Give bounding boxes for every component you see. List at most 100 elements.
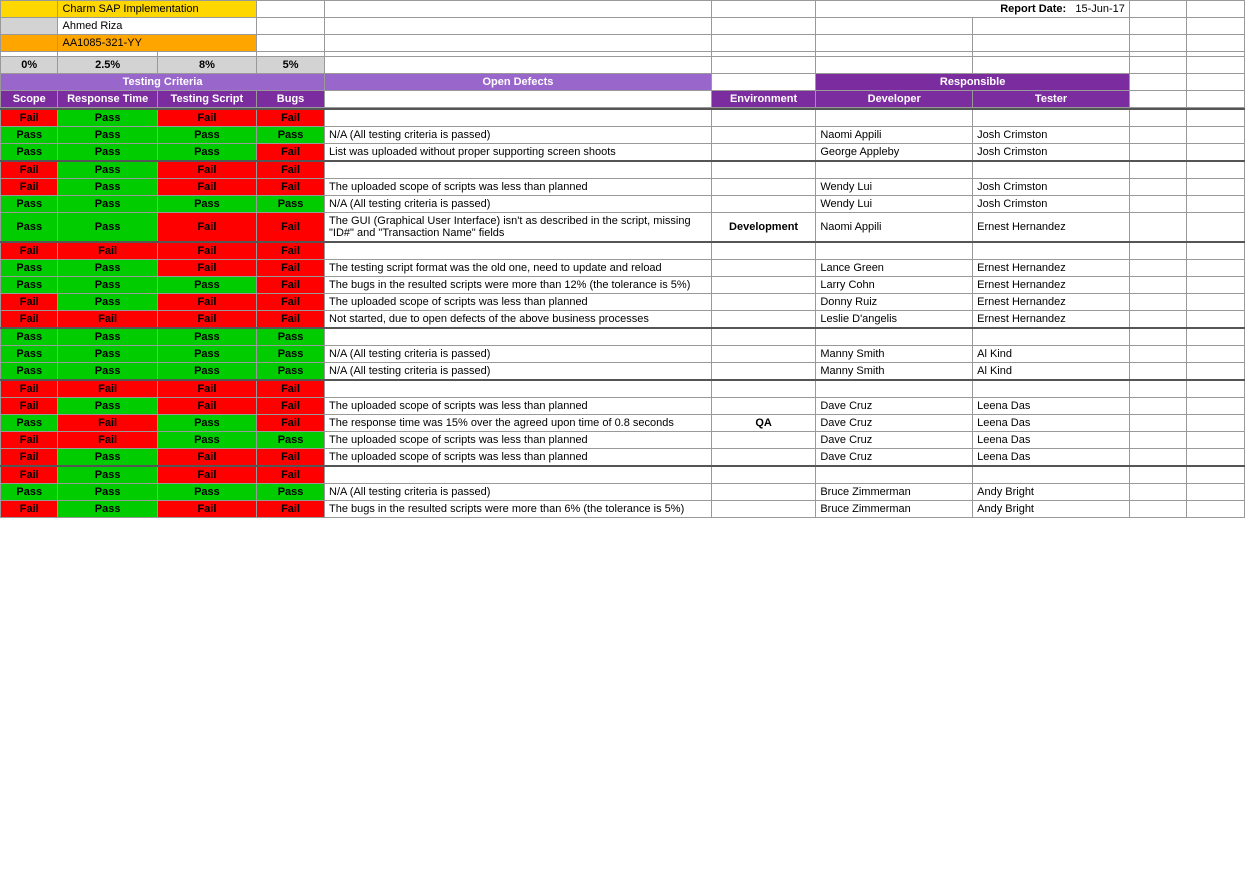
pass-cell: Pass — [157, 196, 256, 213]
table-row: PassPassPassFailThe bugs in the resulted… — [1, 277, 1245, 294]
developer-cell: Wendy Lui — [816, 196, 973, 213]
tester-cell: Josh Crimston — [973, 196, 1130, 213]
fail-cell: Fail — [257, 449, 325, 467]
developer-cell: Dave Cruz — [816, 398, 973, 415]
extra-cell — [1187, 260, 1245, 277]
blank-cell3 — [325, 1, 712, 18]
col-header-row: Scope Response Time Testing Script Bugs … — [1, 91, 1245, 108]
project-id: AA1085-321-YY — [58, 35, 257, 52]
blank-cell — [1129, 74, 1186, 91]
defect-cell: N/A (All testing criteria is passed) — [325, 127, 712, 144]
pct-3: 8% — [157, 57, 256, 74]
defect-cell: The uploaded scope of scripts was less t… — [325, 179, 712, 196]
pass-cell: Pass — [157, 127, 256, 144]
developer-cell: Dave Cruz — [816, 415, 973, 432]
extra-cell — [1129, 466, 1186, 484]
pass-cell: Pass — [1, 363, 58, 381]
fail-cell: Fail — [1, 380, 58, 398]
table-row: FailFailFailFail — [1, 242, 1245, 260]
pass-cell: Pass — [157, 328, 256, 346]
table-row: FailFailFailFailNot started, due to open… — [1, 311, 1245, 329]
developer-cell: Dave Cruz — [816, 449, 973, 467]
tester-cell: Leena Das — [973, 432, 1130, 449]
tester-cell: Ernest Hernandez — [973, 213, 1130, 243]
extra-cell — [1129, 328, 1186, 346]
extra-cell — [1187, 398, 1245, 415]
table-row: PassFailPassFailThe response time was 15… — [1, 415, 1245, 432]
extra-cell — [1187, 196, 1245, 213]
pass-cell: Pass — [58, 328, 157, 346]
table-row: FailPassFailFailThe uploaded scope of sc… — [1, 449, 1245, 467]
environment-cell — [711, 109, 816, 127]
extra-cell — [1187, 501, 1245, 518]
fail-cell: Fail — [257, 109, 325, 127]
header-row-3: AA1085-321-YY — [1, 35, 1245, 52]
environment-cell — [711, 161, 816, 179]
fail-cell: Fail — [257, 466, 325, 484]
fail-cell: Fail — [257, 144, 325, 162]
pass-cell: Pass — [1, 328, 58, 346]
pct-row: 0% 2.5% 8% 5% — [1, 57, 1245, 74]
blank-cell — [325, 18, 712, 35]
pass-cell: Pass — [257, 484, 325, 501]
fail-cell: Fail — [58, 432, 157, 449]
blank-cell — [711, 74, 816, 91]
environment-cell — [711, 311, 816, 329]
tester-cell: Al Kind — [973, 363, 1130, 381]
fail-cell: Fail — [1, 294, 58, 311]
tester-cell — [973, 242, 1130, 260]
blank-cell4 — [711, 1, 816, 18]
blank-cell — [1187, 74, 1245, 91]
pass-cell: Pass — [58, 277, 157, 294]
fail-cell: Fail — [257, 501, 325, 518]
resp-col-header: Response Time — [58, 91, 157, 108]
blank-cell — [816, 35, 973, 52]
environment-cell — [711, 380, 816, 398]
table-row: FailPassFailFail — [1, 161, 1245, 179]
dev-col-header: Developer — [816, 91, 973, 108]
fail-cell: Fail — [1, 242, 58, 260]
fail-cell: Fail — [157, 109, 256, 127]
pct-2: 2.5% — [58, 57, 157, 74]
defect-cell — [325, 161, 712, 179]
blank-cell5 — [1129, 1, 1186, 18]
fail-cell: Fail — [157, 161, 256, 179]
table-row: PassPassPassPassN/A (All testing criteri… — [1, 346, 1245, 363]
pass-cell: Pass — [58, 346, 157, 363]
open-defects-header: Open Defects — [325, 74, 712, 91]
defect-cell — [325, 328, 712, 346]
fail-cell: Fail — [1, 432, 58, 449]
extra-cell — [1129, 432, 1186, 449]
pass-cell: Pass — [58, 501, 157, 518]
tester-cell: Ernest Hernandez — [973, 260, 1130, 277]
blank-cell — [1187, 18, 1245, 35]
developer-cell: Larry Cohn — [816, 277, 973, 294]
extra-cell — [1129, 484, 1186, 501]
table-row: FailFailFailFail — [1, 380, 1245, 398]
environment-cell — [711, 484, 816, 501]
fail-cell: Fail — [157, 294, 256, 311]
pass-cell: Pass — [1, 346, 58, 363]
env-col-header: Environment — [711, 91, 816, 108]
blank-cell — [1129, 35, 1186, 52]
defect-cell — [325, 109, 712, 127]
pass-cell: Pass — [58, 179, 157, 196]
pass-cell: Pass — [58, 196, 157, 213]
environment-cell — [711, 294, 816, 311]
defect-cell: The testing script format was the old on… — [325, 260, 712, 277]
fail-cell: Fail — [157, 466, 256, 484]
main-table: Charm SAP Implementation Report Date: 15… — [0, 0, 1245, 108]
manager-name: Ahmed Riza — [58, 18, 257, 35]
fail-cell: Fail — [157, 260, 256, 277]
extra-cell — [1129, 277, 1186, 294]
pass-cell: Pass — [157, 277, 256, 294]
tester-cell: Josh Crimston — [973, 144, 1130, 162]
pass-cell: Pass — [257, 363, 325, 381]
blank-cell — [816, 57, 973, 74]
pass-cell: Pass — [157, 363, 256, 381]
developer-cell — [816, 242, 973, 260]
fail-cell: Fail — [1, 449, 58, 467]
blank-cell — [711, 18, 816, 35]
extra-cell — [1129, 415, 1186, 432]
pass-cell: Pass — [157, 346, 256, 363]
